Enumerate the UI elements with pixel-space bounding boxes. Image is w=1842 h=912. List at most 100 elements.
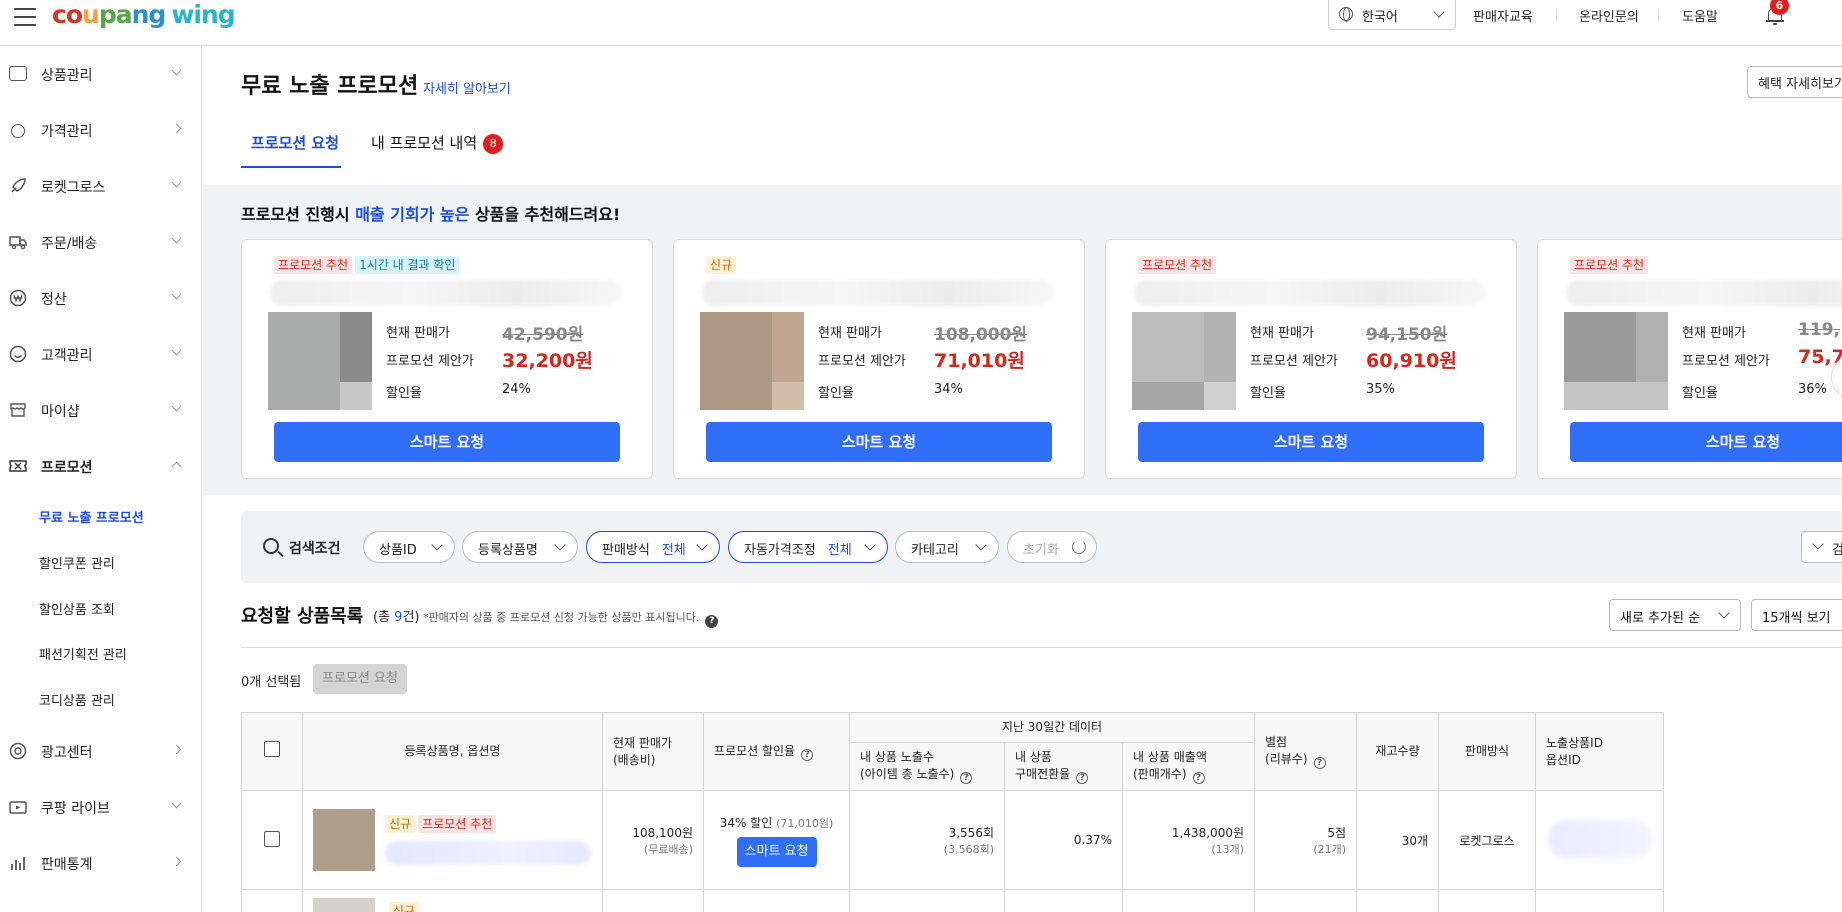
discount-rate-label: 할인율: [1682, 386, 1718, 401]
filter-label: 등록상품명: [478, 543, 538, 558]
discount-rate: 34%: [934, 382, 963, 397]
table-row[interactable]: 신규 프로모션 추천 108,100원 (무료배송) 34% 할인 (71,010원…: [241, 790, 1665, 890]
table-row[interactable]: 신규: [241, 889, 1665, 912]
header-text: 내 상품 매출액: [1133, 750, 1207, 764]
rocket-icon: [9, 177, 27, 195]
filter-sales-method[interactable]: 판매방식 전체: [586, 531, 720, 563]
sales-cell: 1,438,000원 (13개): [1121, 790, 1256, 890]
title-text: 상품을 추천해드려요!: [469, 205, 621, 224]
filter-product-name[interactable]: 등록상품명: [462, 531, 578, 563]
discount-value: 34% 할인: [719, 815, 773, 830]
sidebar-item-ad-center[interactable]: 광고센터: [0, 731, 202, 771]
filter-auto-price-adjust[interactable]: 자동가격조정 전체: [728, 531, 888, 563]
chevron-down-icon: [864, 539, 876, 551]
seller-education-link[interactable]: 판매자교육: [1473, 6, 1533, 25]
sort-select[interactable]: 새로 추가된 순: [1609, 599, 1741, 631]
sidebar-item-label: 고객관리: [41, 348, 93, 364]
promotion-request-button[interactable]: 프로모션 요청: [313, 664, 407, 694]
tag-row: 신규: [706, 256, 739, 274]
tag-badge: 1시간 내 결과 확인: [355, 256, 460, 274]
open-search-button[interactable]: 검색 열기: [1801, 531, 1842, 563]
sidebar-sub-coordination-products[interactable]: 코디상품 관리: [39, 690, 115, 709]
smart-request-button[interactable]: 스마트 요청: [736, 836, 817, 867]
filter-category[interactable]: 카테고리: [895, 531, 999, 563]
box-icon: [9, 66, 27, 81]
select-all-cell: [241, 712, 303, 791]
smart-request-button[interactable]: 스마트 요청: [274, 422, 620, 462]
header-sub-text: 옵션ID: [1546, 752, 1581, 767]
row-select-cell: [241, 889, 303, 912]
smart-request-button[interactable]: 스마트 요청: [1570, 422, 1842, 462]
row-checkbox[interactable]: [264, 830, 280, 847]
truck-icon: [9, 233, 27, 251]
header-text: 현재 판매가: [613, 735, 673, 750]
tab-promotion-request[interactable]: 프로모션 요청: [241, 124, 341, 168]
won-coin-icon: [9, 289, 27, 307]
note-text: *판매자의 상품 중 프로모션 신청 가능한 상품만 표시됩니다.: [423, 611, 700, 624]
col-product-name: 등록상품명, 옵션명: [302, 712, 603, 791]
sidebar-sub-free-exposure-promotion[interactable]: 무료 노출 프로모션: [39, 507, 144, 526]
sidebar-item-myshop[interactable]: 마이샵: [0, 390, 202, 430]
proposed-price-label: 프로모션 제안가: [386, 354, 474, 369]
help-icon[interactable]: ?: [960, 772, 973, 784]
reset-button[interactable]: 초기화: [1007, 531, 1097, 563]
sidebar-item-price[interactable]: 가격관리: [0, 110, 202, 150]
hamburger-menu-icon[interactable]: [14, 8, 36, 26]
tab-my-promotion-history[interactable]: 내 프로모션 내역 8: [361, 124, 511, 168]
price-value: 108,100원: [632, 825, 693, 840]
language-select[interactable]: 한국어: [1328, 0, 1456, 30]
views-value: 3,556회: [948, 825, 994, 840]
search-icon: [263, 538, 279, 554]
sidebar-item-customer[interactable]: 고객관리: [0, 334, 202, 374]
sidebar-item-promotion[interactable]: 프로모션: [0, 446, 202, 486]
help-icon[interactable]: ?: [1076, 772, 1089, 784]
filter-value: 전체: [661, 543, 686, 558]
help-icon[interactable]: ?: [1313, 757, 1326, 769]
views-cell: 3,556회 (3,568회): [849, 790, 1005, 890]
sidebar-item-product[interactable]: 상품관리: [0, 54, 202, 94]
discount-cell: [703, 889, 850, 912]
current-price-label: 현재 판매가: [1250, 326, 1314, 341]
col-stock: 재고수량: [1356, 712, 1440, 791]
help-icon[interactable]: ?: [705, 615, 719, 628]
header-text: 프로모션 할인율: [714, 743, 796, 758]
sidebar-item-sales-stats[interactable]: 판매통계: [0, 843, 202, 883]
proposed-price-label: 프로모션 제안가: [818, 354, 906, 369]
row-select-cell: [241, 790, 303, 890]
discount-rate-label: 할인율: [386, 386, 422, 401]
product-cell: 신규: [302, 889, 603, 912]
sidebar-item-order-delivery[interactable]: 주문/배송: [0, 222, 202, 262]
header-sub-text: (배송비): [613, 752, 656, 767]
sidebar-item-coupang-live[interactable]: 쿠팡 라이브: [0, 787, 202, 827]
smart-request-button[interactable]: 스마트 요청: [706, 422, 1052, 462]
id-cell: [1535, 889, 1665, 912]
sidebar-sub-discount-products[interactable]: 할인상품 조회: [39, 599, 115, 618]
sidebar-sub-fashion-exhibition[interactable]: 패션기획전 관리: [39, 644, 127, 663]
search-conditions-label: 검색조건: [289, 541, 341, 557]
help-icon[interactable]: ?: [801, 748, 814, 761]
help-link[interactable]: 도움말: [1682, 6, 1718, 25]
recommendation-card: 프로모션 추천 현재 판매가 프로모션 제안가 할인율 94,150원 60,9…: [1105, 239, 1517, 479]
coupang-wing-logo[interactable]: coupang wing: [52, 0, 236, 30]
help-icon[interactable]: ?: [1192, 772, 1205, 784]
benefit-details-button[interactable]: 혜택 자세히보기: [1747, 66, 1842, 98]
views-total-value: (3,568회): [943, 842, 994, 856]
list-note: *판매자의 상품 중 프로모션 신청 가능한 상품만 표시됩니다.?: [423, 609, 719, 628]
smart-request-button[interactable]: 스마트 요청: [1138, 422, 1484, 462]
learn-more-link[interactable]: 자세히 알아보기: [423, 78, 511, 97]
blurred-product-name: [385, 841, 591, 865]
product-thumbnail: [1132, 312, 1236, 410]
online-inquiry-link[interactable]: 온라인문의: [1579, 6, 1639, 25]
page-size-select[interactable]: 15개씩 보기: [1751, 599, 1842, 631]
sidebar-item-settlement[interactable]: 정산: [0, 278, 202, 318]
chevron-right-icon: [171, 123, 182, 134]
filter-product-id[interactable]: 상품ID: [363, 531, 455, 563]
sidebar-item-rocket-growth[interactable]: 로켓그로스: [0, 166, 202, 206]
select-all-checkbox[interactable]: [264, 741, 280, 757]
rating-cell: 5점 (21개): [1254, 790, 1358, 890]
sidebar-sub-coupon-management[interactable]: 할인쿠폰 관리: [39, 553, 115, 572]
blurred-product-name: [1134, 280, 1486, 306]
col-promotion-rate: 프로모션 할인율?: [703, 712, 850, 791]
blurred-product-name: [270, 280, 622, 306]
header-text: 내 상품 노출수: [860, 750, 934, 764]
